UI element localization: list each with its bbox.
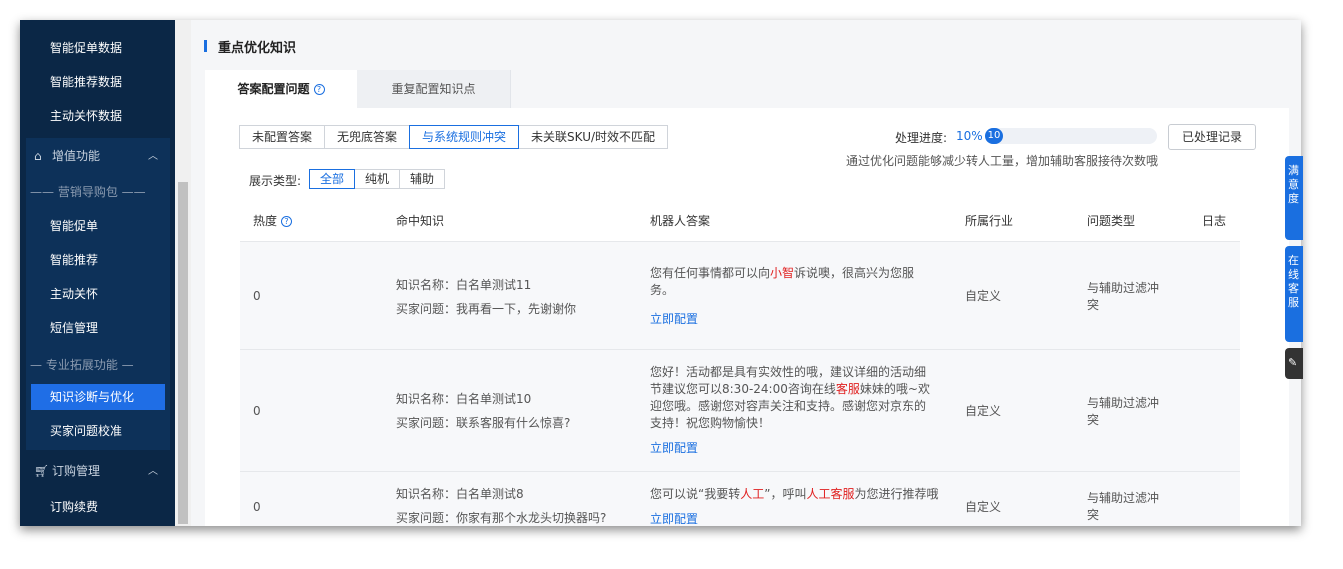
filter-rule-conflict[interactable]: 与系统规则冲突 — [409, 125, 520, 149]
row-question-type: 与辅助过滤冲突 — [1087, 491, 1160, 522]
sidebar: 智能促单数据 智能推荐数据 主动关怀数据 ⌂ 增值功能 ︿ —— 营销导购包 ——… — [20, 20, 175, 526]
answer-text: 您有任何事情都可以向 — [650, 266, 771, 280]
filter-no-fallback[interactable]: 无兜底答案 — [324, 125, 411, 149]
column-knowledge: 命中知识 — [396, 214, 445, 228]
answer-highlight: 客服 — [835, 382, 860, 396]
column-question-type: 问题类型 — [1087, 214, 1136, 228]
row-heat: 0 — [253, 289, 261, 303]
filter-unconfigured[interactable]: 未配置答案 — [239, 125, 326, 149]
tab-duplicate-knowledge[interactable]: 重复配置知识点 — [357, 70, 511, 108]
help-icon[interactable]: ? — [313, 84, 325, 95]
row-buyer-question: 买家问题：我再看一下，先谢谢你 — [396, 302, 577, 316]
answer-text: 您可以说“我要转 — [650, 487, 741, 501]
table-row: 0 知识名称：白名单测试11 买家问题：我再看一下，先谢谢你 您有任何事情都可以… — [240, 242, 1240, 350]
display-type-robot[interactable]: 纯机 — [354, 169, 401, 189]
progress-count-badge: 10 — [985, 128, 1003, 144]
column-robot-answer: 机器人答案 — [650, 214, 711, 228]
sidebar-scrollbar-thumb[interactable] — [178, 182, 188, 524]
row-robot-answer: 您有任何事情都可以向小智诉说噢，很高兴为您服务。 — [650, 265, 930, 299]
filter-sku-mismatch[interactable]: 未关联SKU/时效不匹配 — [518, 125, 669, 149]
sidebar-item-smart-promo[interactable]: 智能促单 — [50, 215, 98, 237]
tab-label: 答案配置问题 — [237, 82, 310, 96]
sidebar-item-sms[interactable]: 短信管理 — [50, 317, 98, 339]
column-log: 日志 — [1202, 214, 1227, 228]
row-heat: 0 — [253, 500, 261, 514]
row-buyer-question: 买家问题：你家有那个水龙头切换器吗? — [396, 511, 607, 525]
table-row: 0 知识名称：白名单测试10 买家问题：联系客服有什么惊喜? 您好！活动都是具有… — [240, 350, 1240, 472]
row-question-type: 与辅助过滤冲突 — [1087, 281, 1160, 312]
display-type-all[interactable]: 全部 — [309, 169, 356, 189]
display-type-assist[interactable]: 辅助 — [399, 169, 446, 189]
sidebar-item-active-care[interactable]: 主动关怀 — [50, 283, 98, 305]
help-icon[interactable]: ? — [281, 216, 293, 227]
sidebar-item-knowledge-diagnosis[interactable]: 知识诊断与优化 — [50, 386, 134, 408]
chevron-up-icon: ︿ — [148, 466, 158, 477]
row-knowledge-name: 知识名称：白名单测试11 — [396, 278, 532, 292]
configure-now-link[interactable]: 立即配置 — [650, 440, 698, 457]
answer-highlight: 人工 — [740, 487, 765, 501]
gift-icon: ⌂ — [34, 149, 42, 163]
cart-icon: 🛒︎ — [34, 464, 50, 478]
answer-text: ”，呼叫 — [764, 487, 807, 501]
progress-bar — [985, 128, 1157, 144]
display-type-segmented: 全部 纯机 辅助 — [309, 169, 446, 193]
divider-marketing: —— 营销导购包 —— — [30, 185, 146, 199]
divider-extension: — 专业拓展功能 — — [30, 358, 134, 372]
row-robot-answer: 您可以说“我要转人工”，呼叫人工客服为您进行推荐哦 — [650, 486, 950, 503]
row-question-type: 与辅助过滤冲突 — [1087, 396, 1160, 427]
progress-label: 处理进度: — [895, 131, 948, 145]
configure-now-link[interactable]: 立即配置 — [650, 311, 698, 328]
row-industry: 自定义 — [965, 404, 1002, 418]
answer-highlight: 小智 — [770, 266, 795, 280]
configure-now-link[interactable]: 立即配置 — [650, 511, 698, 526]
feedback-float-tab[interactable]: ✎ — [1285, 348, 1303, 379]
main-content: 重点优化知识 答案配置问题? 重复配置知识点 未配置答案 无兜底答案 与系统规则… — [191, 20, 1301, 526]
column-label: 热度 — [253, 214, 278, 228]
column-heat[interactable]: 热度? — [253, 212, 293, 229]
section-accent-bar — [204, 40, 207, 52]
progress-percent: 10% — [956, 129, 983, 143]
progress-hint: 通过优化问题能够减少转人工量，增加辅助客服接待次数哦 — [846, 154, 1159, 168]
row-knowledge-name: 知识名称：白名单测试8 — [396, 487, 524, 501]
row-robot-answer: 您好！活动都是具有实效性的哦，建议详细的活动细节建议您可以8:30-24:00咨… — [650, 364, 935, 432]
row-buyer-question: 买家问题：联系客服有什么惊喜? — [396, 416, 571, 430]
sidebar-item-care-data[interactable]: 主动关怀数据 — [50, 105, 122, 127]
sidebar-group-order[interactable]: 🛒︎ 订购管理 ︿ — [34, 462, 174, 479]
satisfaction-float-tab[interactable]: 满意度 — [1285, 156, 1303, 240]
sidebar-item-smart-recommend-data[interactable]: 智能推荐数据 — [50, 71, 122, 93]
sidebar-group-value-added[interactable]: ⌂ 增值功能 ︿ — [34, 147, 174, 164]
column-industry: 所属行业 — [965, 214, 1014, 228]
tab-answer-config[interactable]: 答案配置问题? — [205, 70, 357, 108]
row-knowledge-name: 知识名称：白名单测试10 — [396, 392, 532, 406]
row-industry: 自定义 — [965, 289, 1002, 303]
filter-segmented: 未配置答案 无兜底答案 与系统规则冲突 未关联SKU/时效不匹配 — [239, 125, 669, 149]
float-tab-label: 在线客服 — [1288, 254, 1299, 309]
group-label: 订购管理 — [52, 464, 101, 478]
app-window: 智能促单数据 智能推荐数据 主动关怀数据 ⌂ 增值功能 ︿ —— 营销导购包 ——… — [20, 20, 1301, 526]
answer-text: 为您进行推荐哦 — [854, 487, 939, 501]
row-heat: 0 — [253, 404, 261, 418]
row-industry: 自定义 — [965, 500, 1002, 514]
float-tab-label: 满意度 — [1288, 164, 1299, 205]
sidebar-item-renew[interactable]: 订购续费 — [50, 496, 98, 518]
section-title: 重点优化知识 — [218, 41, 297, 56]
table-row: 0 知识名称：白名单测试8 买家问题：你家有那个水龙头切换器吗? 您可以说“我要… — [240, 472, 1240, 526]
sidebar-item-question-calibration[interactable]: 买家问题校准 — [50, 420, 122, 442]
sidebar-item-smart-recommend[interactable]: 智能推荐 — [50, 249, 98, 271]
display-type-label: 展示类型: — [249, 174, 302, 188]
group-label: 增值功能 — [52, 149, 101, 163]
online-service-float-tab[interactable]: 在线客服 — [1285, 246, 1303, 342]
answer-highlight: 人工客服 — [806, 487, 855, 501]
sidebar-item-smart-promo-data[interactable]: 智能促单数据 — [50, 37, 122, 59]
chevron-up-icon: ︿ — [148, 151, 158, 162]
content-card: 答案配置问题? 重复配置知识点 未配置答案 无兜底答案 与系统规则冲突 未关联S… — [205, 70, 1289, 526]
processed-records-button[interactable]: 已处理记录 — [1168, 124, 1256, 150]
edit-icon: ✎ — [1288, 356, 1298, 369]
